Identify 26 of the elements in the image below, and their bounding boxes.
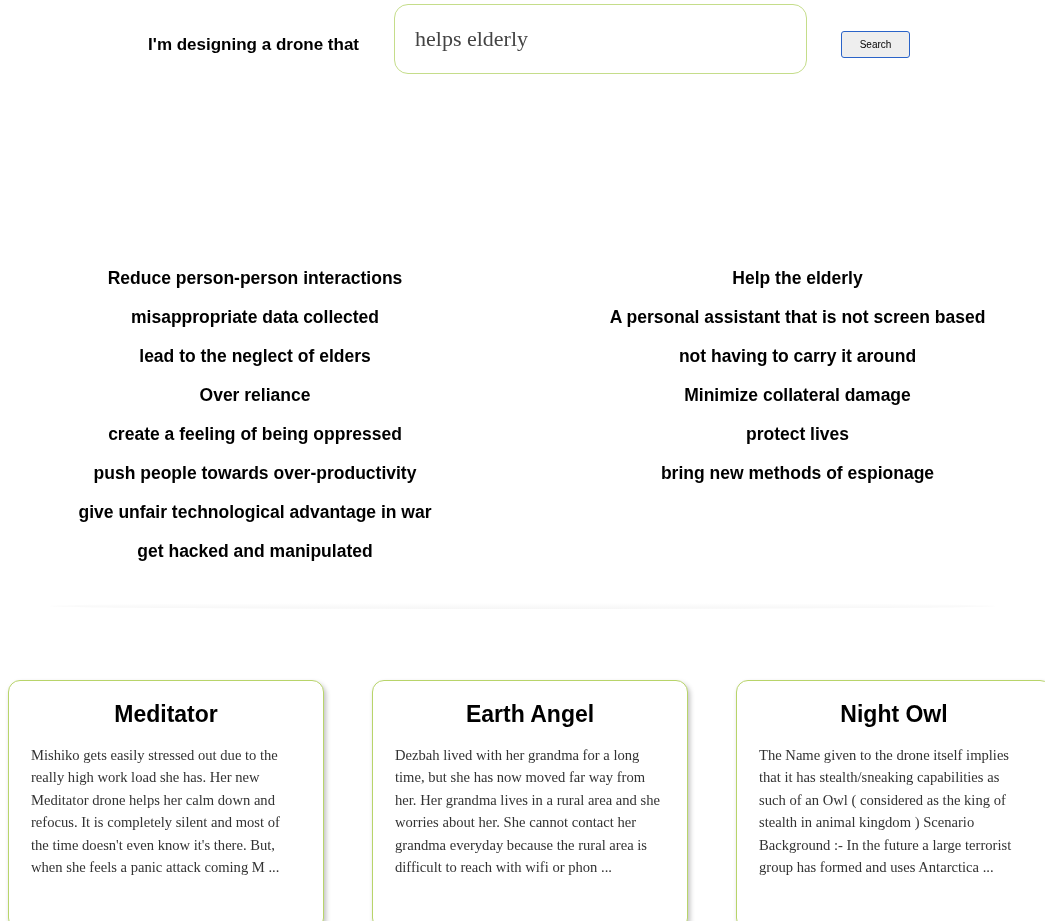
- prompt-label: I'm designing a drone that: [148, 35, 359, 54]
- card-title: Meditator: [113, 701, 219, 728]
- search-field[interactable]: helps elderly: [394, 4, 807, 74]
- idea-text: not having to carry it around: [678, 345, 917, 368]
- idea-text: Over reliance: [199, 384, 311, 407]
- idea-text: protect lives: [745, 423, 850, 446]
- idea-text: give unfair technological advantage in war: [78, 501, 432, 524]
- idea-text: A personal assistant that is not screen based: [609, 306, 986, 329]
- card-text: Dezbah lived with her grandma for a long time, but she has now moved far way from her. Her grandma lives in a rural area and she worries about her. She cannot contact her grandma everyday because the rural area is difficult to reach with wifi or phon ...: [395, 746, 661, 878]
- scenario-card[interactable]: [8, 680, 324, 921]
- idea-text: Minimize collateral damage: [684, 384, 911, 407]
- idea-text: get hacked and manipulated: [137, 540, 373, 563]
- scenario-card[interactable]: [736, 680, 1045, 921]
- scenario-card[interactable]: [372, 680, 688, 921]
- idea-text: Help the elderly: [732, 267, 863, 290]
- card-text: Mishiko gets easily stressed out due to the really high work load she has. Her new Meditator drone helps her calm down and refocus. It is completely silent and most of the time doesn't even know it's there. But, when she feels a panic attack coming M ...: [31, 746, 281, 878]
- idea-text: push people towards over-productivity: [93, 462, 417, 485]
- idea-text: bring new methods of espionage: [660, 462, 935, 485]
- card-text: The Name given to the drone itself implies that it has stealth/sneaking capabilities as such of an Owl ( considered as the king of stealth in animal kingdom ) Scenario Background :- In the future a large terrorist group has formed and uses Antarctica ...: [759, 746, 1013, 878]
- idea-text: Reduce person-person interactions: [107, 267, 403, 290]
- idea-text: misappropriate data collected: [131, 306, 379, 329]
- card-title: Earth Angel: [464, 701, 596, 728]
- idea-text: lead to the neglect of elders: [139, 345, 371, 368]
- idea-text: create a feeling of being oppressed: [108, 423, 402, 446]
- card-title: Night Owl: [839, 701, 949, 728]
- search-button[interactable]: Search: [841, 30, 910, 58]
